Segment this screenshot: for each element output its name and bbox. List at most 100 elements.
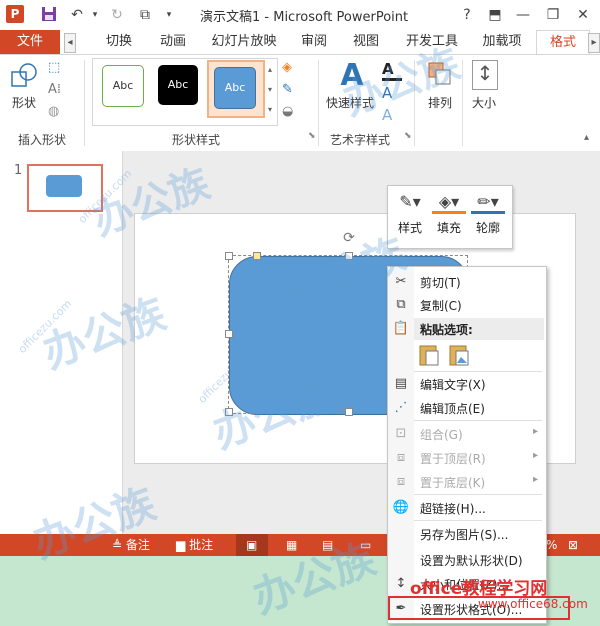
slideshow-view-icon[interactable]: ▭ xyxy=(360,537,371,553)
submenu-arrow-icon: ▸ xyxy=(532,474,538,485)
paste-use-destination-icon[interactable] xyxy=(418,343,440,367)
outline-pen-icon: ✏▾ xyxy=(471,192,505,214)
insert-shapes-group-label: 插入形状 xyxy=(18,133,67,147)
collapse-ribbon-icon[interactable]: ▴ xyxy=(584,132,589,143)
bring-front-icon: ⧈ xyxy=(396,450,406,465)
save-icon[interactable] xyxy=(40,6,58,24)
thumbnail-shape xyxy=(46,175,82,197)
edit-shape-icon[interactable]: ⬚ xyxy=(48,60,74,78)
shape-outline-icon[interactable]: ✎ xyxy=(282,82,304,100)
customize-toolbar-icon[interactable]: ▾ xyxy=(160,6,178,24)
comment-icon: ▆ xyxy=(176,538,186,552)
quick-styles-wordart-icon[interactable]: A xyxy=(334,60,370,92)
resize-handle[interactable] xyxy=(345,408,353,416)
restore-button[interactable]: ❐ xyxy=(542,5,564,25)
tab-animations[interactable]: 动画 xyxy=(150,30,196,54)
bring-front-label: 置于顶层(R) xyxy=(420,452,486,466)
arrange-label[interactable]: 排列 xyxy=(428,94,452,111)
size-icon[interactable]: ↕ xyxy=(472,60,498,90)
comments-label: 批注 xyxy=(189,538,214,552)
send-back-icon: ⧈ xyxy=(396,474,406,489)
tab-format[interactable]: 格式 xyxy=(536,30,590,55)
minimize-button[interactable]: — xyxy=(512,5,534,25)
tab-file[interactable]: 文件 xyxy=(0,30,60,54)
size-label[interactable]: 大小 xyxy=(472,94,496,111)
tab-slideshow[interactable]: 幻灯片放映 xyxy=(206,30,282,54)
normal-view-icon[interactable]: ▣ xyxy=(246,537,257,553)
merge-shapes-icon[interactable]: ◍ xyxy=(48,104,74,122)
shape-effects-icon[interactable]: ◒ xyxy=(282,104,304,122)
rotate-handle-icon[interactable]: ⟳ xyxy=(341,230,357,246)
menu-item-set-default-shape[interactable]: 设置为默认形状(D) xyxy=(388,548,544,571)
shapes-gallery-icon[interactable] xyxy=(10,62,38,90)
tab-transitions[interactable]: 切换 xyxy=(96,30,142,54)
window-title: 演示文稿1 - Microsoft PowerPoint xyxy=(200,10,409,25)
powerpoint-logo-icon[interactable]: P xyxy=(6,5,24,23)
resize-handle[interactable] xyxy=(225,252,233,260)
redo-icon[interactable]: ↻ xyxy=(108,6,126,24)
ribbon-divider xyxy=(84,60,85,146)
shape-styles-launcher-icon[interactable]: ⬊ xyxy=(308,131,316,141)
edit-points-label: 编辑顶点(E) xyxy=(420,402,485,416)
start-slideshow-icon[interactable]: ⧉ xyxy=(136,6,154,24)
menu-item-edit-text[interactable]: ▤ 编辑文字(X) xyxy=(388,372,544,395)
tab-developer[interactable]: 开发工具 xyxy=(400,30,464,54)
ribbon-divider xyxy=(462,60,463,146)
text-outline-icon[interactable]: A xyxy=(382,84,402,102)
notes-icon: ≜ xyxy=(112,538,123,552)
text-effects-icon[interactable]: A xyxy=(382,106,402,124)
menu-item-copy[interactable]: ⧉ 复制(C) xyxy=(388,293,544,316)
slide-sorter-icon[interactable]: ▦ xyxy=(286,537,297,553)
mini-outline-button[interactable]: ✏▾ 轮廓 xyxy=(471,192,505,236)
tab-review[interactable]: 审阅 xyxy=(294,30,334,54)
mini-style-label: 样式 xyxy=(397,221,422,235)
textbox-icon[interactable]: A⁞ xyxy=(48,82,74,100)
menu-item-hyperlink[interactable]: 🌐 超链接(H)... xyxy=(388,496,544,519)
help-button[interactable]: ? xyxy=(456,5,478,25)
style-swatch-blue[interactable]: Abc xyxy=(214,67,256,109)
group-icon: ⊡ xyxy=(395,426,407,441)
tab-view[interactable]: 视图 xyxy=(346,30,386,54)
gallery-scroll-icon[interactable]: ▴ ▾ ▾ xyxy=(265,60,275,122)
undo-dropdown-icon[interactable]: ▾ xyxy=(86,6,104,24)
paste-options-label: 粘贴选项: xyxy=(420,323,473,337)
quick-styles-label[interactable]: 快速样式 xyxy=(326,94,374,111)
group-label: 组合(G) xyxy=(420,428,463,442)
ribbon-display-options-icon[interactable]: ⬒ xyxy=(484,5,506,25)
tab-scroll-right-icon[interactable]: ▸ xyxy=(588,33,600,53)
slide-number: 1 xyxy=(14,163,23,178)
comments-button[interactable]: ▆ 批注 xyxy=(176,537,213,553)
mini-fill-button[interactable]: ◈▾ 填充 xyxy=(432,192,466,236)
undo-icon[interactable]: ↶ xyxy=(68,6,86,24)
cut-label: 剪切(T) xyxy=(420,276,461,290)
tab-addins[interactable]: 加载项 xyxy=(476,30,528,54)
shape-label[interactable]: 形状 xyxy=(12,94,36,111)
wordart-launcher-icon[interactable]: ⬊ xyxy=(404,131,412,141)
resize-handle[interactable] xyxy=(225,330,233,338)
mini-style-button[interactable]: ✎▾ 样式 xyxy=(393,192,427,236)
fit-slide-icon[interactable]: ⊠ xyxy=(568,537,578,553)
notes-button[interactable]: ≜ 备注 xyxy=(112,537,150,553)
style-swatch-outline[interactable]: Abc xyxy=(102,65,144,107)
menu-item-cut[interactable]: ✂ 剪切(T) xyxy=(388,270,544,293)
close-button[interactable]: ✕ xyxy=(572,5,594,25)
reading-view-icon[interactable]: ▤ xyxy=(322,537,333,553)
menu-item-save-as-picture[interactable]: 另存为图片(S)... xyxy=(388,522,544,545)
shape-fill-icon[interactable]: ◈ xyxy=(282,60,304,78)
adjust-handle[interactable] xyxy=(253,252,261,260)
arrange-icon[interactable] xyxy=(426,60,454,88)
resize-handle[interactable] xyxy=(345,252,353,260)
menu-item-edit-points[interactable]: ⋰ 编辑顶点(E) xyxy=(388,396,544,419)
paste-as-picture-icon[interactable] xyxy=(448,343,470,367)
format-shape-icon: ✒ xyxy=(395,601,407,616)
text-fill-icon[interactable]: A xyxy=(382,60,402,81)
style-swatch-black[interactable]: Abc xyxy=(158,65,198,105)
size-position-icon: ↕ xyxy=(395,576,407,591)
menu-item-send-to-back: ⧈ 置于底层(K) ▸ xyxy=(388,470,544,493)
ribbon-divider xyxy=(414,60,415,146)
zoom-percent[interactable]: % xyxy=(546,537,557,553)
tab-scroll-left-icon[interactable]: ◂ xyxy=(64,33,76,53)
menu-item-bring-to-front: ⧈ 置于顶层(R) ▸ xyxy=(388,446,544,469)
resize-handle[interactable] xyxy=(225,408,233,416)
edit-points-icon: ⋰ xyxy=(394,400,408,415)
